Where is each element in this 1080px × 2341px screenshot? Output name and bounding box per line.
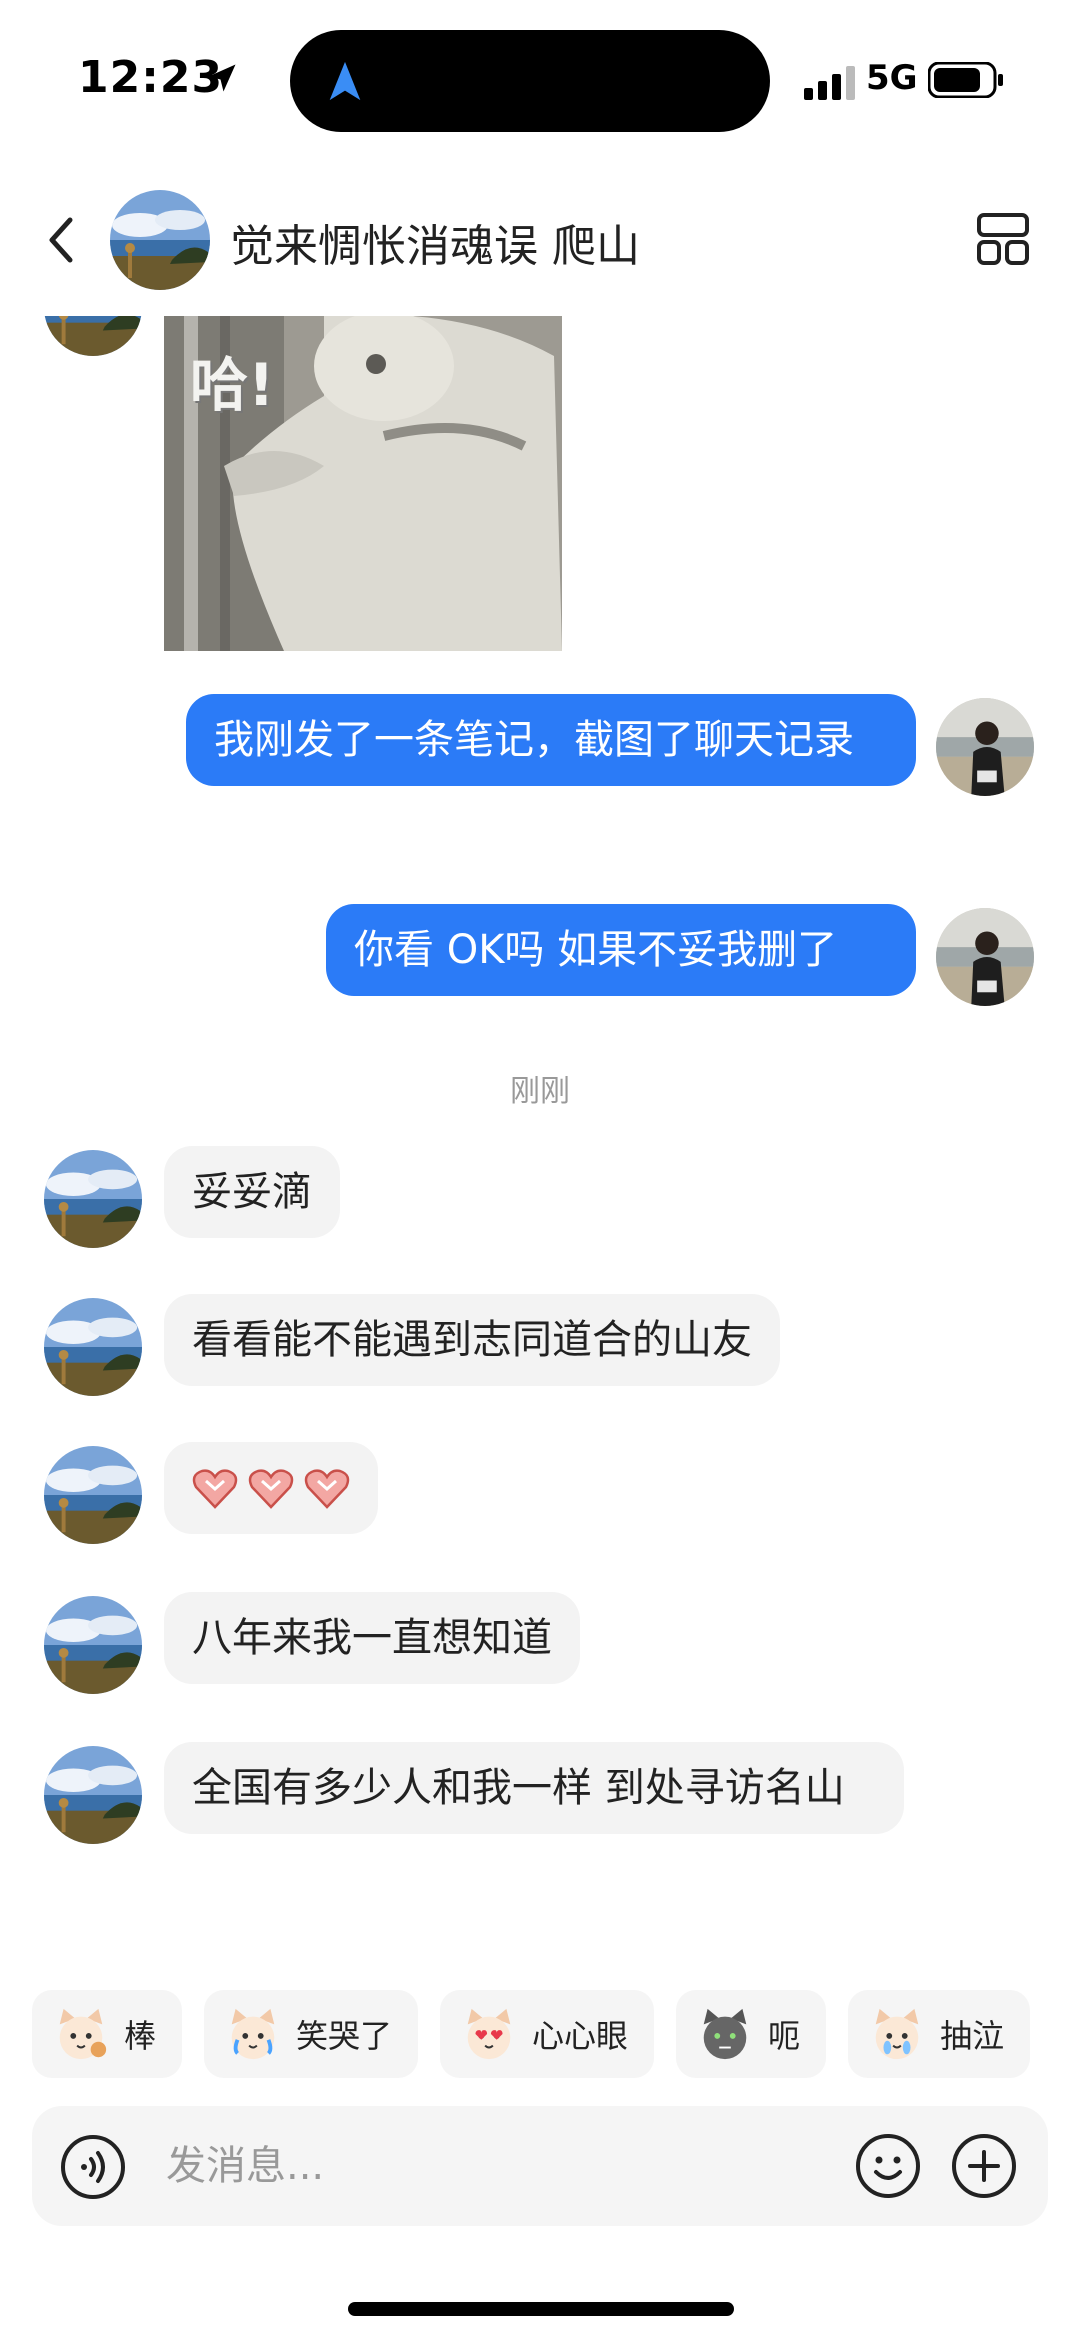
message-bubble-in[interactable]: 妥妥滴 <box>164 1146 340 1238</box>
avatar[interactable] <box>44 1150 142 1248</box>
message-bubble-in[interactable]: 看看能不能遇到志同道合的山友 <box>164 1294 780 1386</box>
navigation-icon <box>329 61 361 101</box>
network-type: 5G <box>866 58 918 98</box>
message-input[interactable] <box>166 2134 826 2198</box>
meme-image[interactable]: 哈! <box>164 316 562 651</box>
quick-reply-label: 笑哭了 <box>296 2017 393 2055</box>
meme-caption: 哈! <box>190 351 275 419</box>
dynamic-island <box>290 30 770 132</box>
message-bubble-out[interactable]: 我刚发了一条笔记，截图了聊天记录 <box>186 694 916 786</box>
message-bubble-out[interactable]: 你看 OK吗 如果不妥我删了 <box>326 904 916 996</box>
avatar[interactable] <box>44 1298 142 1396</box>
chat-header: 觉来惆怅消魂误 爬山 <box>0 180 1080 300</box>
speechless-cat-icon <box>703 2008 747 2060</box>
chat-title[interactable]: 觉来惆怅消魂误 爬山 <box>230 210 640 274</box>
plus-icon[interactable] <box>950 2132 1018 2200</box>
heart-hands-icon <box>192 1469 238 1509</box>
quick-reply-label: 心心眼 <box>532 2017 629 2055</box>
message-bubble-in[interactable]: 全国有多少人和我一样 到处寻访名山 <box>164 1742 904 1834</box>
status-time: 12:23 <box>78 52 224 103</box>
quick-reply-chip[interactable]: 棒 <box>32 1990 183 2078</box>
battery-icon <box>928 62 1003 98</box>
avatar[interactable] <box>936 908 1034 1006</box>
avatar[interactable] <box>110 190 210 290</box>
emoji-icon[interactable] <box>854 2132 922 2200</box>
heart-hands-icon <box>304 1469 350 1509</box>
heart-hands-icon <box>248 1469 294 1509</box>
quick-reply-label: 呃 <box>768 2017 801 2055</box>
quick-reply-chip[interactable]: 呃 <box>676 1990 827 2078</box>
location-arrow-icon <box>208 64 236 92</box>
heart-eyes-cat-icon <box>460 2005 518 2063</box>
message-bubble-in[interactable]: 八年来我一直想知道 <box>164 1592 580 1684</box>
voice-icon[interactable] <box>60 2134 126 2200</box>
layout-menu-icon[interactable] <box>976 212 1030 266</box>
avatar[interactable] <box>936 698 1034 796</box>
message-timestamp: 刚刚 <box>510 1074 570 1109</box>
quick-reply-label: 抽泣 <box>940 2017 1005 2055</box>
laugh-cry-cat-icon <box>224 2005 282 2063</box>
quick-reply-chip[interactable]: 抽泣 <box>848 1990 1031 2078</box>
home-indicator[interactable] <box>348 2302 734 2316</box>
message-input-bar <box>32 2106 1048 2226</box>
quick-reply-label: 棒 <box>124 2017 157 2055</box>
avatar[interactable] <box>44 1596 142 1694</box>
message-bubble-in[interactable] <box>164 1442 378 1534</box>
signal-icon <box>804 66 855 100</box>
quick-reply-chip[interactable]: 笑哭了 <box>204 1990 419 2078</box>
avatar[interactable] <box>44 1446 142 1544</box>
thumbs-cat-icon <box>52 2005 107 2063</box>
back-icon[interactable] <box>40 210 80 270</box>
sob-cat-icon <box>868 2005 926 2063</box>
quick-reply-bar: 棒 笑哭了 心心眼 呃 抽泣 <box>32 1990 1080 2078</box>
quick-reply-chip[interactable]: 心心眼 <box>440 1990 655 2078</box>
avatar[interactable] <box>44 1746 142 1844</box>
